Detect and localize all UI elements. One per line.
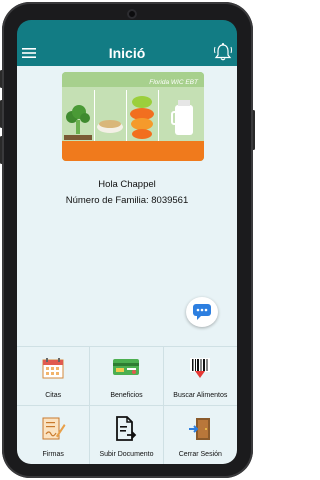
calendar-icon bbox=[42, 358, 64, 379]
barcode-scan-icon bbox=[190, 358, 211, 378]
logout-door-icon bbox=[189, 418, 211, 440]
wic-banner: Florida WIC EBT bbox=[62, 72, 204, 161]
menu-subir-documento[interactable]: Subir Documento bbox=[90, 406, 164, 464]
greeting-text: Hola Chappel bbox=[98, 179, 156, 190]
menu-label: Buscar Alimentos bbox=[173, 392, 228, 399]
signature-icon bbox=[42, 417, 66, 440]
status-bar bbox=[17, 20, 237, 40]
banner-stripe bbox=[62, 141, 204, 161]
menu-label: Subir Documento bbox=[99, 451, 154, 458]
page-title: Inició bbox=[108, 45, 146, 61]
main-menu-grid: Citas Beneficios Buscar Alimentos Firmas… bbox=[17, 346, 237, 464]
upload-document-icon bbox=[116, 416, 137, 441]
camera-icon bbox=[127, 9, 137, 19]
menu-cerrar-sesion[interactable]: Cerrar Sesión bbox=[164, 406, 237, 464]
menu-label: Citas bbox=[45, 392, 62, 399]
banner-text: Florida WIC EBT bbox=[149, 79, 198, 86]
menu-citas[interactable]: Citas bbox=[17, 347, 91, 406]
chat-bubble-icon bbox=[193, 304, 211, 320]
menu-label: Beneficios bbox=[110, 392, 143, 399]
menu-buscar-alimentos[interactable]: Buscar Alimentos bbox=[163, 347, 237, 406]
hamburger-menu-icon[interactable] bbox=[21, 46, 37, 60]
menu-beneficios[interactable]: Beneficios bbox=[90, 347, 164, 406]
chat-button[interactable] bbox=[186, 297, 218, 327]
app-screen: Inició Florida WIC EBT Hola Chappel Núme… bbox=[17, 40, 237, 464]
app-bar: Inició bbox=[17, 40, 237, 66]
menu-label: Firmas bbox=[42, 451, 64, 458]
menu-label: Cerrar Sesión bbox=[178, 451, 222, 458]
family-number-text: Número de Familia: 8039561 bbox=[65, 195, 189, 206]
benefits-card-icon bbox=[113, 359, 140, 375]
notification-bell-icon[interactable] bbox=[213, 42, 233, 62]
menu-firmas[interactable]: Firmas bbox=[17, 406, 91, 464]
